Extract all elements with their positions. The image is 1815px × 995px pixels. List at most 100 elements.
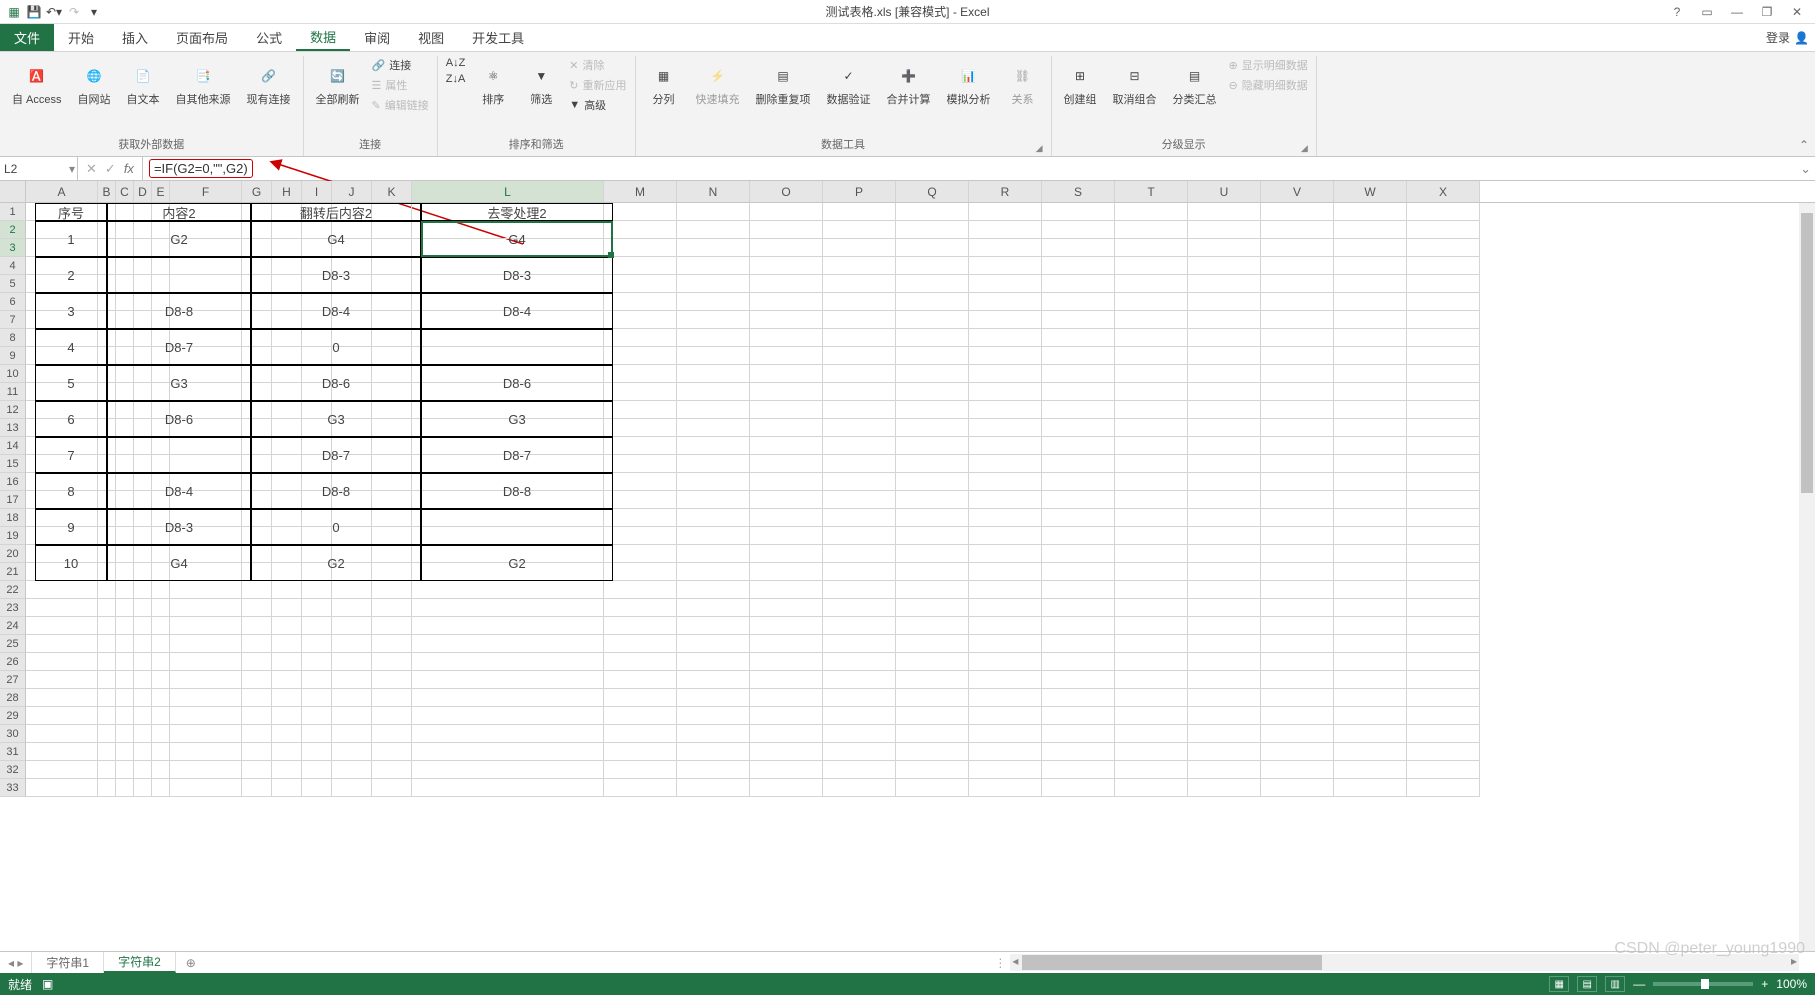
from-other-sources-button[interactable]: 📑自其他来源: [170, 56, 237, 111]
table-cell[interactable]: G4: [251, 221, 421, 257]
row-header-5[interactable]: 5: [0, 275, 26, 293]
data-validation-button[interactable]: ✓数据验证: [821, 56, 877, 111]
help-button[interactable]: ?: [1665, 2, 1689, 22]
table-cell[interactable]: 10: [35, 545, 107, 581]
row-header-9[interactable]: 9: [0, 347, 26, 365]
row-header-31[interactable]: 31: [0, 743, 26, 761]
sort-desc-button[interactable]: Z↓A: [444, 72, 468, 86]
column-header-N[interactable]: N: [677, 181, 750, 202]
what-if-button[interactable]: 📊模拟分析: [941, 56, 997, 111]
vertical-scrollbar[interactable]: [1799, 203, 1815, 951]
advanced-filter-button[interactable]: ▼高级: [567, 96, 628, 114]
insert-function-icon[interactable]: fx: [124, 161, 134, 176]
column-header-R[interactable]: R: [969, 181, 1042, 202]
row-header-6[interactable]: 6: [0, 293, 26, 311]
table-cell[interactable]: D8-3: [107, 509, 251, 545]
table-cell[interactable]: [421, 509, 613, 545]
row-header-19[interactable]: 19: [0, 527, 26, 545]
row-header-2[interactable]: 2: [0, 221, 26, 239]
column-header-H[interactable]: H: [272, 181, 302, 202]
tab-scroll-separator[interactable]: ⋮: [994, 952, 1002, 973]
add-sheet-button[interactable]: ⊕: [176, 952, 206, 973]
login-link[interactable]: 登录: [1766, 29, 1790, 46]
table-cell[interactable]: G3: [251, 401, 421, 437]
undo-icon[interactable]: ↶▾: [46, 4, 62, 20]
row-header-1[interactable]: 1: [0, 203, 26, 221]
table-cell[interactable]: D8-6: [251, 365, 421, 401]
table-cell[interactable]: D8-8: [251, 473, 421, 509]
row-header-22[interactable]: 22: [0, 581, 26, 599]
tab-page-layout[interactable]: 页面布局: [162, 24, 242, 51]
column-header-J[interactable]: J: [332, 181, 372, 202]
dialog-launcher-icon[interactable]: ◢: [1301, 143, 1308, 154]
collapse-ribbon-button[interactable]: ⌃: [1799, 138, 1809, 152]
from-access-button[interactable]: 🅰️自 Access: [6, 56, 68, 111]
table-cell[interactable]: D8-3: [251, 257, 421, 293]
column-header-C[interactable]: C: [116, 181, 134, 202]
column-header-Q[interactable]: Q: [896, 181, 969, 202]
table-cell[interactable]: G2: [421, 545, 613, 581]
dialog-launcher-icon[interactable]: ◢: [1036, 143, 1043, 154]
macro-record-icon[interactable]: ▣: [42, 977, 53, 991]
row-header-12[interactable]: 12: [0, 401, 26, 419]
zoom-level[interactable]: 100%: [1776, 977, 1807, 991]
row-header-21[interactable]: 21: [0, 563, 26, 581]
table-cell[interactable]: D8-4: [251, 293, 421, 329]
table-header[interactable]: 翻转后内容2: [251, 203, 421, 221]
row-header-20[interactable]: 20: [0, 545, 26, 563]
row-header-24[interactable]: 24: [0, 617, 26, 635]
page-layout-view-button[interactable]: ▤: [1577, 976, 1597, 992]
table-cell[interactable]: G3: [107, 365, 251, 401]
row-header-17[interactable]: 17: [0, 491, 26, 509]
column-header-E[interactable]: E: [152, 181, 170, 202]
cancel-formula-icon[interactable]: ✕: [86, 161, 97, 177]
name-box[interactable]: L2▾: [0, 157, 78, 180]
column-header-M[interactable]: M: [604, 181, 677, 202]
table-cell[interactable]: D8-7: [251, 437, 421, 473]
column-header-F[interactable]: F: [170, 181, 242, 202]
row-header-27[interactable]: 27: [0, 671, 26, 689]
row-header-25[interactable]: 25: [0, 635, 26, 653]
text-to-columns-button[interactable]: ▦分列: [642, 56, 686, 111]
row-header-32[interactable]: 32: [0, 761, 26, 779]
table-cell[interactable]: 5: [35, 365, 107, 401]
column-header-T[interactable]: T: [1115, 181, 1188, 202]
group-button[interactable]: ⊞创建组: [1058, 56, 1103, 111]
table-header[interactable]: 去零处理2: [421, 203, 613, 221]
row-header-11[interactable]: 11: [0, 383, 26, 401]
normal-view-button[interactable]: ▦: [1549, 976, 1569, 992]
table-cell[interactable]: G4: [421, 221, 613, 257]
row-header-29[interactable]: 29: [0, 707, 26, 725]
zoom-out-button[interactable]: —: [1633, 977, 1645, 991]
minimize-button[interactable]: —: [1725, 2, 1749, 22]
row-header-13[interactable]: 13: [0, 419, 26, 437]
table-cell[interactable]: 6: [35, 401, 107, 437]
table-cell[interactable]: [421, 329, 613, 365]
scroll-left-icon[interactable]: ◂: [1012, 954, 1018, 968]
tab-insert[interactable]: 插入: [108, 24, 162, 51]
row-header-33[interactable]: 33: [0, 779, 26, 797]
ungroup-button[interactable]: ⊟取消组合: [1107, 56, 1163, 111]
connections-button[interactable]: 🔗连接: [370, 56, 431, 74]
row-header-26[interactable]: 26: [0, 653, 26, 671]
filter-button[interactable]: ▼筛选: [519, 56, 563, 111]
formula-input[interactable]: =IF(G2=0,"",G2) ⌄: [143, 157, 1815, 180]
column-header-O[interactable]: O: [750, 181, 823, 202]
row-header-15[interactable]: 15: [0, 455, 26, 473]
column-header-G[interactable]: G: [242, 181, 272, 202]
column-header-A[interactable]: A: [26, 181, 98, 202]
table-cell[interactable]: 3: [35, 293, 107, 329]
column-header-P[interactable]: P: [823, 181, 896, 202]
spreadsheet-grid[interactable]: ABCDEFGHIJKLMNOPQRSTUVWX 123456789101112…: [0, 181, 1815, 951]
table-cell[interactable]: 8: [35, 473, 107, 509]
table-cell[interactable]: D8-4: [421, 293, 613, 329]
page-break-view-button[interactable]: ▥: [1605, 976, 1625, 992]
table-cell[interactable]: 1: [35, 221, 107, 257]
tab-review[interactable]: 审阅: [350, 24, 404, 51]
close-button[interactable]: ✕: [1785, 2, 1809, 22]
enter-formula-icon[interactable]: ✓: [105, 161, 116, 177]
column-header-K[interactable]: K: [372, 181, 412, 202]
scrollbar-thumb[interactable]: [1022, 955, 1322, 970]
tab-developer[interactable]: 开发工具: [458, 24, 538, 51]
table-cell[interactable]: D8-6: [421, 365, 613, 401]
